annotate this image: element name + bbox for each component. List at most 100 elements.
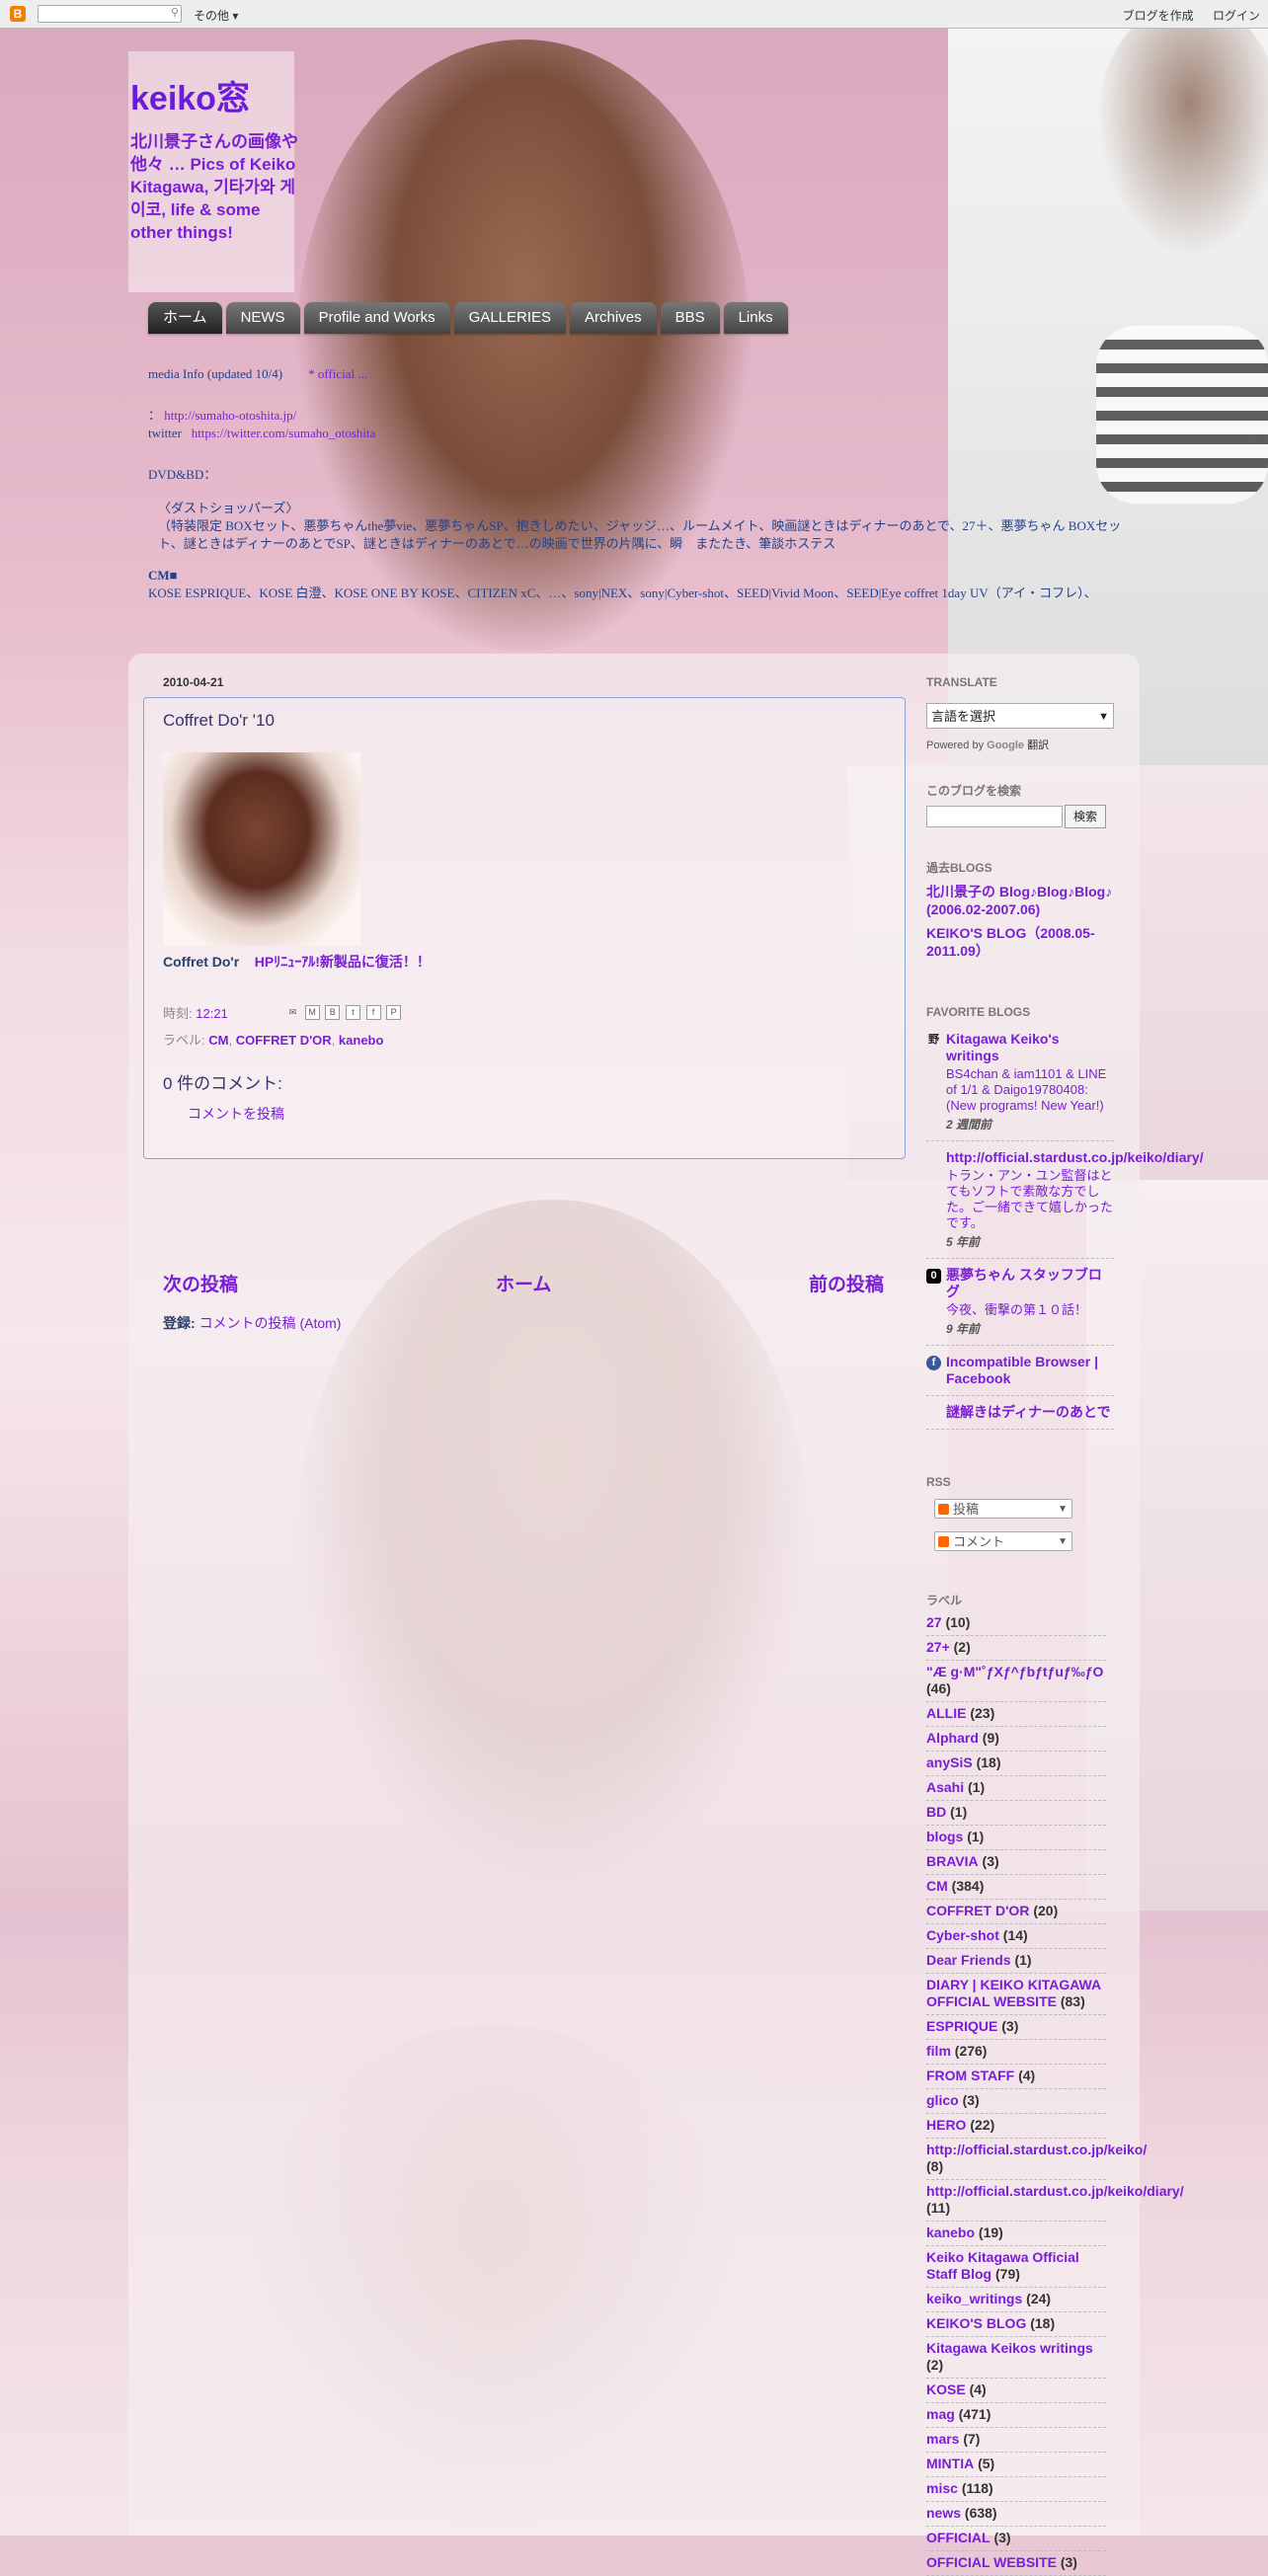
fav-blog-title[interactable]: 悪夢ちゃん スタッフブログ [946, 1267, 1114, 1300]
site-label: ： [148, 408, 162, 423]
post-image[interactable] [163, 752, 360, 946]
label-link[interactable]: MINTIA [926, 2456, 974, 2471]
fav-blog-title[interactable]: 謎解きはディナーのあとで [946, 1404, 1114, 1421]
label-row: "Æ g·M"˚ƒXƒ^ƒbƒtƒuƒ‰ƒO (46) [926, 1661, 1106, 1702]
label-link[interactable]: KOSE [926, 2381, 966, 2397]
label-link[interactable]: BRAVIA [926, 1853, 979, 1869]
label-link[interactable]: OFFICIAL [926, 2530, 991, 2545]
label-row: kanebo (19) [926, 2222, 1106, 2246]
label-link[interactable]: news [926, 2505, 961, 2521]
label-link[interactable]: KEIKO'S BLOG [926, 2315, 1026, 2331]
label-link[interactable]: CM [926, 1878, 948, 1894]
blogthis-icon[interactable]: B [325, 1005, 341, 1020]
label-link[interactable]: 27 [926, 1614, 942, 1630]
translate-link[interactable]: 翻訳 [1027, 740, 1049, 751]
tab-bbs[interactable]: BBS [660, 302, 720, 334]
labels-label: ラベル: [163, 1033, 205, 1048]
label-link-cm[interactable]: CM [208, 1033, 228, 1048]
label-link[interactable]: "Æ g·M"˚ƒXƒ^ƒbƒtƒuƒ‰ƒO [926, 1664, 1103, 1679]
label-link[interactable]: ALLIE [926, 1705, 966, 1721]
post-body-text: Coffret Do'r [163, 954, 240, 970]
label-row: KEIKO'S BLOG (18) [926, 2312, 1106, 2337]
label-link[interactable]: kanebo [926, 2225, 975, 2240]
tab-profile[interactable]: Profile and Works [303, 302, 450, 334]
label-row: Keiko Kitagawa Official Staff Blog (79) [926, 2246, 1106, 2288]
facebook-share-icon[interactable]: f [365, 1005, 381, 1020]
post-title[interactable]: Coffret Do'r '10 [163, 711, 275, 731]
fav-blog-post[interactable]: 今夜、衝撃の第１０話！ [946, 1302, 1114, 1318]
label-link[interactable]: http://official.stardust.co.jp/keiko/dia… [926, 2183, 1184, 2199]
past-blog-link-2[interactable]: KEIKO'S BLOG（2008.05-2011.09） [926, 924, 1114, 960]
twitter-link[interactable]: https://twitter.com/sumaho_otoshita [192, 426, 376, 440]
label-link[interactable]: Dear Friends [926, 1952, 1011, 1968]
rss-posts-dropdown[interactable]: 投稿 ▼ [934, 1499, 1072, 1519]
label-count: (3) [962, 2092, 980, 2108]
fav-blog-title[interactable]: Kitagawa Keiko's writings [946, 1031, 1114, 1064]
label-row: http://official.stardust.co.jp/keiko/ (8… [926, 2139, 1147, 2180]
post-time-link[interactable]: 12:21 [196, 1006, 228, 1021]
navbar-search-input[interactable]: ⚲ [38, 5, 182, 23]
past-blog-link-1[interactable]: 北川景子の Blog♪Blog♪Blog♪ (2006.02-2007.06) [926, 883, 1114, 918]
fav-blog-post[interactable]: BS4chan & iam1101 & LINE of 1/1 & Daigo1… [946, 1066, 1114, 1114]
newer-post-link[interactable]: 次の投稿 [163, 1270, 238, 1296]
translate-heading: TRANSLATE [926, 675, 997, 689]
label-link[interactable]: Kitagawa Keikos writings [926, 2340, 1093, 2356]
label-row: Alphard (9) [926, 1727, 1106, 1752]
pinterest-share-icon[interactable]: P [386, 1005, 402, 1020]
create-blog-link[interactable]: ブログを作成 [1123, 9, 1194, 23]
label-link[interactable]: ESPRIQUE [926, 2018, 997, 2034]
post-body-link[interactable]: HPﾘﾆｭｰｱﾙ!新製品に復活！！ [255, 954, 431, 970]
login-link[interactable]: ログイン [1213, 9, 1260, 23]
language-select[interactable]: 言語を選択 ▼ [926, 703, 1114, 729]
label-link[interactable]: blogs [926, 1829, 963, 1844]
label-link[interactable]: http://official.stardust.co.jp/keiko/ [926, 2142, 1147, 2157]
blog-title[interactable]: keiko窓 [130, 71, 250, 119]
more-menu[interactable]: その他 ▾ [194, 7, 238, 24]
time-label: 時刻: [163, 1006, 193, 1021]
label-link-coffret[interactable]: COFFRET D'OR [236, 1033, 332, 1048]
email-post-icon[interactable]: ✉ [286, 1006, 299, 1019]
label-link[interactable]: misc [926, 2480, 958, 2496]
search-icon[interactable]: ⚲ [171, 6, 179, 19]
official-link[interactable]: * official ... [308, 366, 367, 381]
email-share-icon[interactable]: M [304, 1005, 320, 1020]
label-link[interactable]: anySiS [926, 1755, 973, 1770]
search-button[interactable]: 検索 [1065, 805, 1106, 828]
home-link[interactable]: ホーム [496, 1270, 551, 1296]
twitter-share-icon[interactable]: t [345, 1005, 360, 1020]
label-link[interactable]: glico [926, 2092, 959, 2108]
older-post-link[interactable]: 前の投稿 [809, 1270, 884, 1296]
label-link[interactable]: OFFICIAL WEBSITE [926, 2554, 1057, 2570]
tab-links[interactable]: Links [723, 302, 788, 334]
blog-search-input[interactable] [926, 806, 1063, 827]
label-link[interactable]: Asahi [926, 1779, 964, 1795]
label-count: (22) [970, 2117, 995, 2133]
label-link[interactable]: mag [926, 2406, 955, 2422]
label-link[interactable]: 27+ [926, 1639, 950, 1655]
fav-blog-post[interactable]: トラン・アン・ユン監督はとてもソフトで素敵な方でした。ご一緒できて嬉しかったです… [946, 1168, 1114, 1231]
blogger-logo-icon[interactable]: B [10, 6, 26, 22]
tab-archives[interactable]: Archives [570, 302, 657, 334]
fav-blog-title[interactable]: Incompatible Browser | Facebook [946, 1354, 1114, 1387]
label-link[interactable]: HERO [926, 2117, 966, 2133]
label-link[interactable]: keiko_writings [926, 2291, 1022, 2306]
fav-blog-title[interactable]: http://official.stardust.co.jp/keiko/dia… [946, 1149, 1204, 1166]
label-link-kanebo[interactable]: kanebo [339, 1033, 384, 1048]
subscribe-atom-link[interactable]: コメントの投稿 (Atom) [199, 1315, 342, 1331]
label-link[interactable]: COFFRET D'OR [926, 1903, 1029, 1918]
label-link[interactable]: film [926, 2043, 951, 2059]
post-comment-link[interactable]: コメントを投稿 [188, 1104, 284, 1124]
rss-comments-dropdown[interactable]: コメント ▼ [934, 1531, 1072, 1551]
label-link[interactable]: Alphard [926, 1730, 979, 1746]
tab-news[interactable]: NEWS [225, 302, 300, 334]
tab-home[interactable]: ホーム [148, 302, 222, 334]
label-row: mag (471) [926, 2403, 1106, 2428]
label-link[interactable]: BD [926, 1804, 946, 1820]
label-row: CM (384) [926, 1875, 1106, 1900]
label-link[interactable]: Cyber-shot [926, 1927, 999, 1943]
label-link[interactable]: mars [926, 2431, 959, 2447]
tab-galleries[interactable]: GALLERIES [453, 302, 567, 334]
sumaho-site-link[interactable]: http://sumaho-otoshita.jp/ [164, 408, 296, 423]
label-count: (18) [1030, 2315, 1056, 2331]
label-link[interactable]: FROM STAFF [926, 2068, 1014, 2083]
